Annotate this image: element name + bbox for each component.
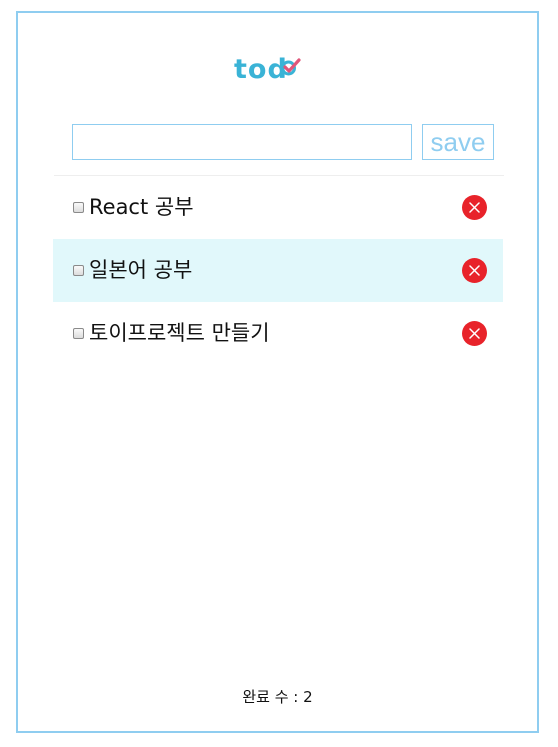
todo-text: React 공부 — [89, 195, 194, 219]
todo-checkbox[interactable] — [73, 265, 84, 276]
delete-button[interactable] — [462, 321, 487, 346]
todo-app: tod save React 공부 일본어 공부 토이프로젝트 만들기 완료 수… — [16, 11, 539, 733]
todo-checkbox[interactable] — [73, 328, 84, 339]
close-icon — [469, 265, 480, 276]
close-icon — [469, 202, 480, 213]
todo-checkbox[interactable] — [73, 202, 84, 213]
save-button[interactable]: save — [422, 124, 494, 160]
todo-text: 토이프로젝트 만들기 — [89, 321, 270, 345]
completed-count: 완료 수 : 2 — [242, 688, 313, 706]
app-logo: tod — [234, 55, 301, 85]
delete-button[interactable] — [462, 195, 487, 220]
todo-text: 일본어 공부 — [89, 258, 193, 282]
todo-item: React 공부 — [53, 176, 503, 239]
todo-list: React 공부 일본어 공부 토이프로젝트 만들기 — [53, 176, 503, 365]
todo-item: 토이프로젝트 만들기 — [53, 302, 503, 365]
todo-item: 일본어 공부 — [53, 239, 503, 302]
todo-input[interactable] — [72, 124, 412, 160]
todo-form: save — [72, 124, 496, 160]
logo-text: tod — [234, 54, 288, 85]
close-icon — [469, 328, 480, 339]
checkmark-icon — [280, 58, 301, 76]
delete-button[interactable] — [462, 258, 487, 283]
